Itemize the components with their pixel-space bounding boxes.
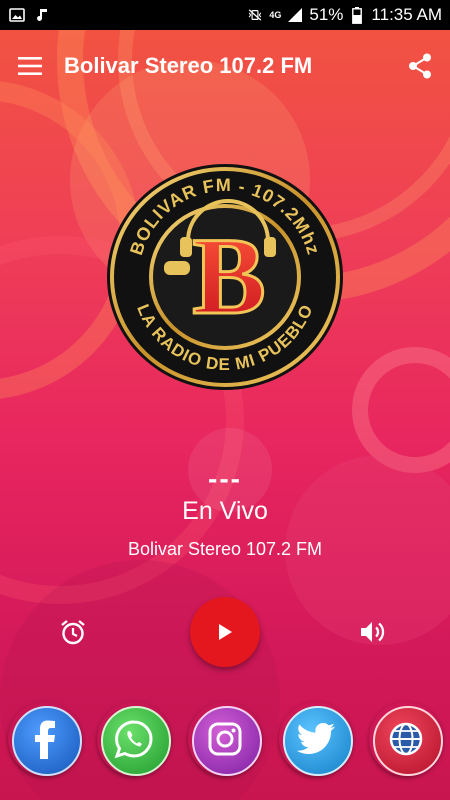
image-icon xyxy=(9,7,25,23)
background-decoration xyxy=(0,0,450,800)
instagram-button[interactable] xyxy=(188,702,262,776)
twitter-icon xyxy=(296,723,335,754)
play-button[interactable] xyxy=(190,597,260,667)
music-note-icon xyxy=(35,7,51,23)
now-playing-dashes: --- xyxy=(208,463,242,494)
facebook-button[interactable] xyxy=(8,702,82,776)
app-title: Bolivar Stereo 107.2 FM xyxy=(64,53,313,78)
now-playing-title: En Vivo xyxy=(182,497,268,525)
radio-player-screen: 4G 51% 11:35 AM Bolivar Stereo 107.2 FM xyxy=(0,0,450,800)
website-button[interactable] xyxy=(369,702,443,776)
globe-icon xyxy=(389,722,423,756)
battery-icon xyxy=(349,6,365,24)
battery-percent: 51% xyxy=(309,5,344,24)
status-bar: 4G 51% 11:35 AM xyxy=(0,0,450,30)
station-logo: BOLIVAR FM - 107.2Mhz LA RADIO DE MI PUE… xyxy=(107,164,343,390)
volume-icon[interactable] xyxy=(356,615,390,649)
instagram-icon xyxy=(208,722,242,756)
clock: 11:35 AM xyxy=(371,5,442,24)
whatsapp-icon xyxy=(114,720,153,759)
network-type: 4G xyxy=(269,10,282,20)
share-icon[interactable] xyxy=(404,50,436,82)
hamburger-menu-icon[interactable] xyxy=(14,50,46,82)
logo-letter: B xyxy=(192,215,265,337)
whatsapp-button[interactable] xyxy=(97,702,171,776)
vibrate-mute-icon xyxy=(247,7,263,23)
twitter-button[interactable] xyxy=(279,702,353,776)
microphone-icon xyxy=(164,261,190,275)
play-icon xyxy=(219,624,232,640)
alarm-clock-icon[interactable] xyxy=(56,615,90,649)
app-toolbar: Bolivar Stereo 107.2 FM xyxy=(0,30,450,102)
now-playing-station: Bolivar Stereo 107.2 FM xyxy=(127,539,323,559)
facebook-icon xyxy=(35,720,55,759)
signal-icon xyxy=(287,7,303,23)
